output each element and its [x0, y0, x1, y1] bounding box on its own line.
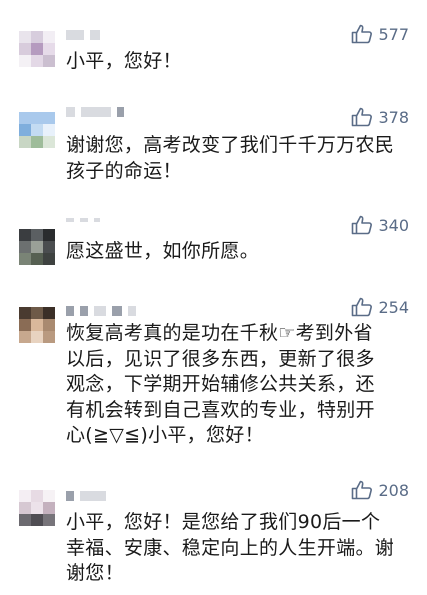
thumbs-up-icon — [352, 480, 373, 500]
nickname-redacted — [66, 105, 124, 119]
like-button[interactable]: 378 — [351, 107, 409, 127]
comment-item: 254 恢复高考真的是功在千秋☞考到外省以后，见识了很多东西，更新了很多观念，下… — [0, 285, 427, 475]
thumbs-up-icon — [352, 297, 373, 317]
avatar[interactable] — [19, 112, 55, 148]
comment-item: 577 小平，您好！ — [0, 0, 427, 95]
nickname-redacted — [66, 213, 100, 227]
like-button[interactable]: 340 — [351, 215, 409, 235]
comment-text: 谢谢您，高考改变了我们千千万万农民孩子的命运！ — [66, 134, 395, 182]
avatar[interactable] — [19, 307, 55, 343]
avatar[interactable] — [19, 229, 55, 265]
comment-item: 340 愿这盛世，如你所愿。 — [0, 205, 427, 285]
nickname-redacted — [66, 304, 136, 318]
comment-item: 208 小平，您好！是您给了我们90后一个幸福、安康、稳定向上的人生开端。谢谢您… — [0, 475, 427, 595]
avatar[interactable] — [19, 490, 55, 526]
comment-text: 愿这盛世，如你所愿。 — [66, 240, 260, 262]
like-count: 577 — [378, 24, 409, 44]
avatar[interactable] — [19, 31, 55, 67]
like-button[interactable]: 254 — [351, 297, 409, 317]
comment-text: 小平，您好！是您给了我们90后一个幸福、安康、稳定向上的人生开端。谢谢您！ — [66, 511, 395, 584]
thumbs-up-icon — [352, 215, 373, 235]
like-count: 378 — [378, 107, 409, 127]
comment-text: 小平，您好！ — [66, 50, 182, 72]
like-count: 208 — [378, 480, 409, 500]
like-count: 254 — [378, 297, 409, 317]
like-button[interactable]: 577 — [351, 24, 409, 44]
nickname-redacted — [66, 28, 100, 42]
thumbs-up-icon — [352, 24, 373, 44]
comment-text: 恢复高考真的是功在千秋☞考到外省以后，见识了很多东西，更新了很多观念，下学期开始… — [66, 322, 375, 446]
thumbs-up-icon — [352, 107, 373, 127]
nickname-redacted — [66, 489, 106, 503]
comment-item: 378 谢谢您，高考改变了我们千千万万农民孩子的命运！ — [0, 95, 427, 205]
like-count: 340 — [378, 215, 409, 235]
like-button[interactable]: 208 — [351, 480, 409, 500]
